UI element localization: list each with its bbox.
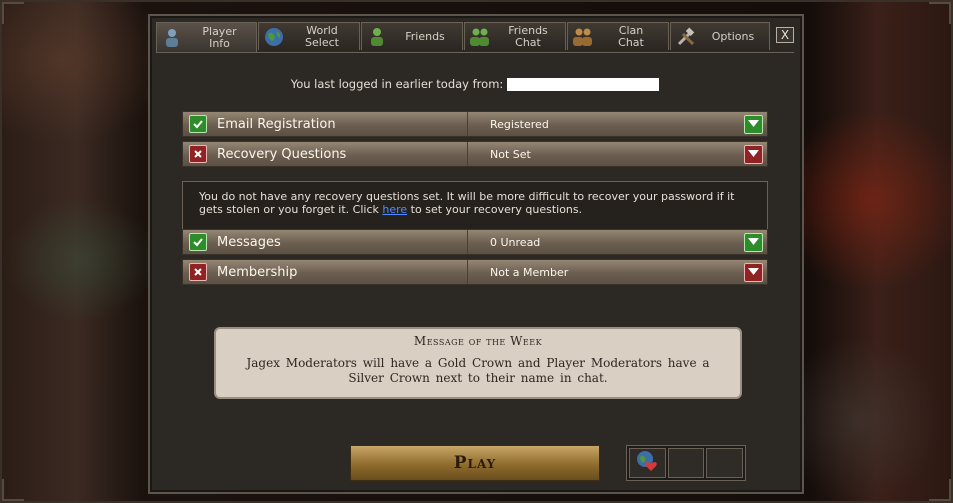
- email-registration-row[interactable]: Email Registration Registered: [182, 111, 768, 137]
- message-of-the-week: Message of the Week Jagex Moderators wil…: [214, 327, 742, 399]
- membership-row[interactable]: Membership Not a Member: [182, 259, 768, 285]
- friends-chat-icon: [469, 26, 491, 48]
- last-login-text: You last logged in earlier today from:: [290, 77, 504, 91]
- clan-icon: [572, 26, 594, 48]
- row-divider: [467, 142, 468, 166]
- tab-bar: Player Info World Select Friends Friends…: [156, 22, 796, 52]
- row-value: Not a Member: [490, 265, 569, 279]
- globe-icon: [263, 26, 285, 48]
- chevron-down-icon[interactable]: [744, 114, 763, 134]
- account-panel: Player Info World Select Friends Friends…: [148, 14, 804, 494]
- empty-slot[interactable]: [667, 448, 705, 478]
- last-login-info: You last logged in earlier today from:: [156, 77, 794, 91]
- recovery-questions-row[interactable]: Recovery Questions Not Set: [182, 141, 768, 167]
- row-divider: [467, 112, 468, 136]
- tab-world-select[interactable]: World Select: [258, 22, 360, 50]
- set-recovery-link[interactable]: here: [382, 203, 407, 216]
- row-label: Membership: [217, 264, 298, 280]
- row-label: Messages: [217, 234, 281, 250]
- row-label: Recovery Questions: [217, 146, 347, 162]
- empty-slot[interactable]: [706, 448, 744, 478]
- frame-corner: [929, 479, 951, 501]
- tab-player-info[interactable]: Player Info: [156, 22, 257, 52]
- tab-clan-chat[interactable]: Clan Chat: [567, 22, 669, 50]
- frame-corner: [2, 2, 24, 24]
- chevron-down-icon[interactable]: [744, 232, 763, 252]
- frame-corner: [929, 2, 951, 24]
- notice-text-end: to set your recovery questions.: [407, 202, 583, 216]
- cross-icon: [189, 145, 207, 163]
- cross-icon: [189, 263, 207, 281]
- tab-friends-chat[interactable]: Friends Chat: [464, 22, 566, 50]
- motw-title: Message of the Week: [413, 334, 543, 348]
- chevron-down-icon[interactable]: [744, 144, 763, 164]
- quick-slots: [626, 445, 746, 481]
- row-divider: [467, 260, 468, 284]
- friend-icon: [366, 26, 388, 48]
- row-value: Not Set: [490, 147, 531, 161]
- play-button[interactable]: Play: [350, 445, 600, 481]
- close-button[interactable]: X: [776, 27, 794, 43]
- player-info-content: You last logged in earlier today from: E…: [156, 52, 794, 485]
- redacted-address: [507, 78, 660, 91]
- check-icon: [189, 233, 207, 251]
- motw-body: Jagex Moderators will have a Gold Crown …: [246, 356, 710, 385]
- player-icon: [161, 27, 183, 49]
- world-favorite-slot[interactable]: [629, 448, 666, 478]
- row-value: Registered: [490, 117, 549, 131]
- tab-friends[interactable]: Friends: [361, 22, 463, 50]
- tools-icon: [675, 26, 697, 48]
- row-label: Email Registration: [217, 116, 336, 132]
- row-value: 0 Unread: [490, 235, 541, 249]
- globe-heart-icon: [635, 449, 659, 477]
- row-divider: [467, 230, 468, 254]
- check-icon: [189, 115, 207, 133]
- messages-row[interactable]: Messages 0 Unread: [182, 229, 768, 255]
- frame-corner: [2, 479, 24, 501]
- chevron-down-icon[interactable]: [744, 262, 763, 282]
- tab-options[interactable]: Options: [670, 22, 770, 50]
